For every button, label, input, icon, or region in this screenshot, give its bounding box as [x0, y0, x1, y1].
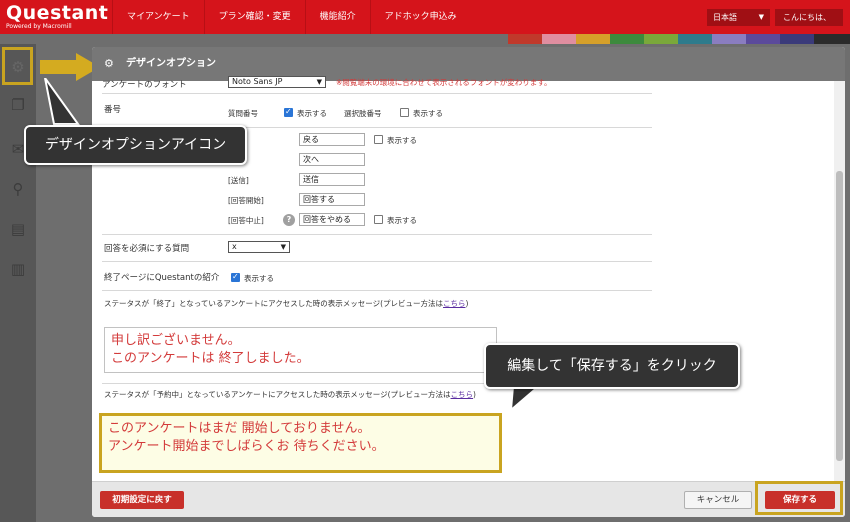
stop-show-label: 表示する	[387, 216, 417, 225]
color-swatch	[678, 34, 712, 44]
color-swatch	[644, 34, 678, 44]
scheduled-message-label-text: ステータスが「予約中」となっているアンケートにアクセスした時の表示メッセージ(プ…	[104, 390, 451, 399]
question-number-show: 表示する	[297, 109, 327, 118]
arrow-right-icon	[40, 53, 100, 81]
send-tag: [送信]	[228, 176, 249, 185]
nav-features[interactable]: 機能紹介	[304, 0, 370, 34]
choice-number-show: 表示する	[413, 109, 443, 118]
chevron-down-icon: ▼	[758, 13, 764, 21]
closed-label-close-paren: )	[465, 299, 469, 308]
back-button-input[interactable]: 戻る	[299, 133, 365, 146]
color-swatch	[746, 34, 780, 44]
font-select-value: Noto Sans JP	[232, 77, 283, 86]
language-label: 日本語	[713, 13, 737, 22]
choice-number-label: 選択肢番号	[344, 109, 382, 118]
closed-message-textarea[interactable]: 申し訳ございません。 このアンケートは 終了しました。	[104, 327, 497, 373]
question-number-checkbox[interactable]	[284, 107, 293, 117]
font-note: ※閲覧端末の環境に合わせて表示されるフォントが変わります。	[336, 78, 552, 87]
divider	[102, 261, 652, 262]
divider	[102, 234, 652, 235]
required-select[interactable]: x ▼	[228, 241, 290, 253]
back-show-label: 表示する	[387, 136, 417, 145]
dialog-header: ⚙ デザインオプション	[92, 47, 845, 81]
logo-subtitle: Powered by Macromill	[6, 23, 72, 30]
main-nav: マイアンケート プラン確認・変更 機能紹介 アドホック申込み	[112, 0, 471, 34]
left-toolbar: ⚙ ❐ ✉ ⚲ ▤ ▥	[0, 44, 36, 522]
scrollbar-thumb[interactable]	[836, 171, 843, 461]
scheduled-message-textarea[interactable]: このアンケートはまだ 開始しておりません。 アンケート開始までしばらくお 待ちく…	[99, 413, 502, 473]
user-greeting[interactable]: こんにちは、	[775, 9, 843, 26]
intro-label: 終了ページにQuestantの紹介	[104, 273, 220, 283]
reset-button[interactable]: 初期設定に戻す	[100, 491, 184, 509]
help-icon[interactable]: ?	[283, 214, 295, 226]
font-label: アンケートのフォント	[102, 80, 187, 90]
icon-callout: デザインオプションアイコン	[24, 125, 247, 165]
closed-message-line-1: 申し訳ございません。	[111, 333, 241, 348]
color-swatch	[508, 34, 542, 44]
chevron-down-icon: ▼	[280, 243, 286, 251]
color-swatch	[814, 34, 850, 44]
closed-message-label: ステータスが「終了」となっているアンケートにアクセスした時の表示メッセージ(プレ…	[104, 298, 468, 309]
closed-message-line-2: このアンケートは 終了しました。	[111, 351, 310, 366]
cancel-button[interactable]: キャンセル	[684, 491, 752, 509]
color-swatch	[712, 34, 746, 44]
nav-my-survey[interactable]: マイアンケート	[112, 0, 204, 34]
nav-plan[interactable]: プラン確認・変更	[203, 0, 305, 34]
number-label: 番号	[104, 105, 122, 115]
dialog-footer: 初期設定に戻す キャンセル 保存する	[92, 481, 845, 517]
trash-icon[interactable]: ▥	[9, 260, 27, 278]
font-select[interactable]: Noto Sans JP ▼	[228, 76, 326, 88]
color-swatch	[780, 34, 814, 44]
next-button-input[interactable]: 次へ	[299, 153, 365, 166]
required-select-value: x	[232, 242, 237, 251]
scheduled-message-line-2: アンケート開始までしばらくお 待ちください。	[108, 439, 385, 454]
back-show-checkbox[interactable]	[374, 135, 383, 144]
send-button-input[interactable]: 送信	[299, 173, 365, 186]
design-option-dialog: ⚙ デザインオプション アンケートのフォント Noto Sans JP ▼ ※閲覧…	[92, 47, 845, 517]
questant-logo[interactable]: Questant Powered by Macromill	[6, 3, 108, 31]
save-callout: 編集して「保存する」をクリック	[484, 343, 740, 389]
divider	[102, 93, 652, 94]
intro-show-label: 表示する	[244, 274, 274, 283]
dialog-title: デザインオプション	[126, 58, 216, 69]
scheduled-message-label: ステータスが「予約中」となっているアンケートにアクセスした時の表示メッセージ(プ…	[104, 389, 476, 400]
callout-tail	[44, 78, 80, 125]
start-tag: [回答開始]	[228, 196, 264, 205]
start-button-input[interactable]: 回答する	[299, 193, 365, 206]
print-icon[interactable]: ▤	[9, 220, 27, 238]
required-label: 回答を必須にする質問	[104, 244, 190, 254]
copy-icon[interactable]: ❐	[9, 96, 27, 114]
closed-message-label-text: ステータスが「終了」となっているアンケートにアクセスした時の表示メッセージ(プレ…	[104, 299, 443, 308]
scheduled-message-line-1: このアンケートはまだ 開始しておりません。	[108, 421, 371, 436]
logo-name: Questant	[6, 2, 109, 24]
nav-adhoc[interactable]: アドホック申込み	[369, 0, 471, 34]
top-navbar: Questant Powered by Macromill マイアンケート プラ…	[0, 0, 850, 34]
callout-tail	[509, 386, 541, 412]
preview-link[interactable]: こちら	[451, 390, 474, 399]
scheduled-label-close-paren: )	[473, 390, 476, 399]
color-swatch	[610, 34, 644, 44]
color-swatch	[576, 34, 610, 44]
gear-icon-highlight	[2, 47, 33, 85]
stop-button-input[interactable]: 回答をやめる	[299, 213, 365, 226]
question-number-label: 質問番号	[228, 109, 258, 118]
chevron-down-icon: ▼	[316, 78, 322, 86]
language-select[interactable]: 日本語 ▼	[707, 9, 770, 26]
divider	[102, 290, 652, 291]
gear-icon: ⚙	[104, 57, 114, 70]
search-icon[interactable]: ⚲	[9, 180, 27, 198]
save-button-highlight	[755, 481, 843, 515]
intro-checkbox[interactable]	[231, 272, 240, 282]
choice-number-checkbox[interactable]	[400, 108, 409, 117]
stop-tag: [回答中止]	[228, 216, 264, 225]
stop-show-checkbox[interactable]	[374, 215, 383, 224]
preview-link[interactable]: こちら	[443, 299, 466, 308]
color-swatch	[542, 34, 576, 44]
scrollbar[interactable]	[834, 81, 845, 481]
